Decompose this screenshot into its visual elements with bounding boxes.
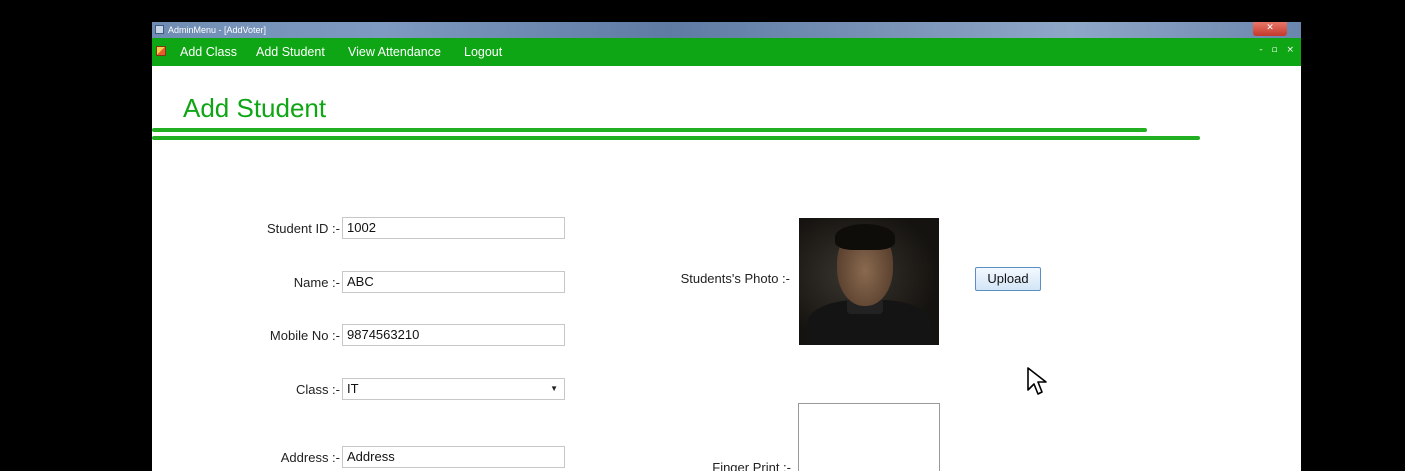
title-underline-long xyxy=(152,136,1200,140)
menu-logout[interactable]: Logout xyxy=(464,38,502,66)
name-input[interactable]: ABC xyxy=(342,271,565,293)
app-icon xyxy=(155,25,164,34)
fingerprint-box[interactable] xyxy=(798,403,940,471)
class-select-value: IT xyxy=(347,381,359,396)
menu-bar: Add Class Add Student View Attendance Lo… xyxy=(152,38,1301,66)
mdi-window-controls[interactable]: - ▫ × xyxy=(1259,45,1297,55)
menu-add-student[interactable]: Add Student xyxy=(256,38,325,66)
address-input[interactable]: Address xyxy=(342,446,565,468)
class-select[interactable]: IT ▼ xyxy=(342,378,565,400)
title-underline xyxy=(152,128,1147,132)
student-photo xyxy=(799,218,939,345)
mobile-input[interactable]: 9874563210 xyxy=(342,324,565,346)
menu-view-attendance[interactable]: View Attendance xyxy=(348,38,441,66)
mouse-cursor-icon xyxy=(1027,367,1047,395)
student-id-input[interactable]: 1002 xyxy=(342,217,565,239)
page-title: Add Student xyxy=(183,93,327,123)
fingerprint-label: Finger Print :- xyxy=(712,460,791,471)
class-label: Class :- xyxy=(295,382,340,397)
address-label: Address :- xyxy=(280,450,340,465)
menu-add-class[interactable]: Add Class xyxy=(180,38,237,66)
photo-label: Students's Photo :- xyxy=(680,271,790,286)
close-button[interactable]: ✕ xyxy=(1253,22,1287,36)
window-title: AdminMenu - [AddVoter] xyxy=(168,25,267,35)
mobile-label: Mobile No :- xyxy=(269,328,340,343)
app-window: AdminMenu - [AddVoter] ✕ Add Class Add S… xyxy=(152,22,1301,471)
name-label: Name :- xyxy=(293,275,340,290)
title-bar: AdminMenu - [AddVoter] ✕ xyxy=(152,22,1301,38)
dropdown-arrow-icon[interactable]: ▼ xyxy=(550,379,558,399)
student-id-label: Student ID :- xyxy=(267,221,340,236)
upload-button[interactable]: Upload xyxy=(975,267,1041,291)
menu-app-icon[interactable] xyxy=(156,46,166,56)
